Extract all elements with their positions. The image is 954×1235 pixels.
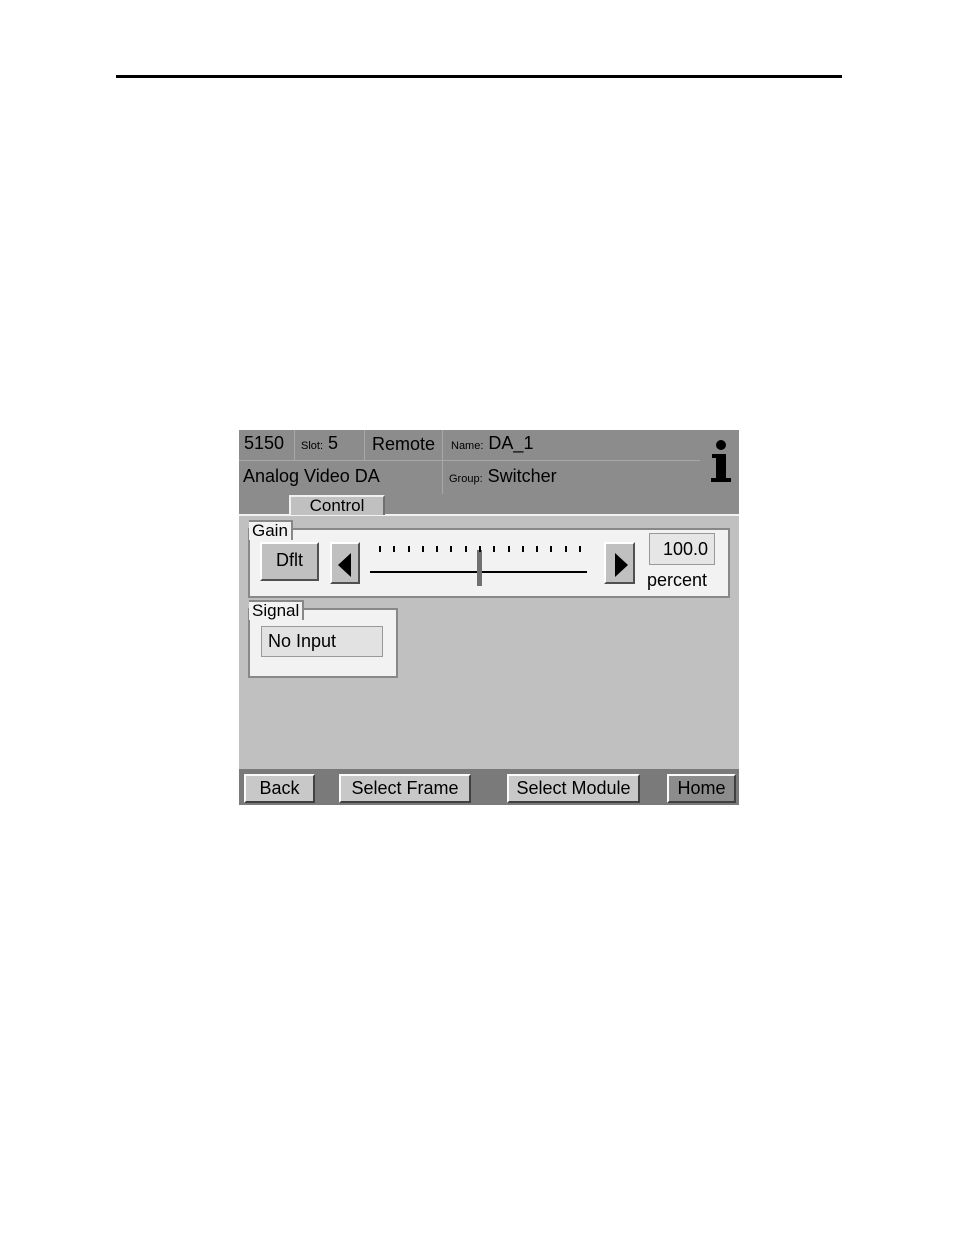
gain-slider-tick <box>464 546 467 552</box>
info-icon-serif-bottom <box>711 478 731 482</box>
bottom-navigation-bar: Back Select Frame Select Module Home <box>239 769 739 805</box>
arrow-left-icon <box>338 553 351 577</box>
name-cell: Name: DA_1 <box>443 430 700 461</box>
gain-slider-tick <box>579 546 581 552</box>
info-button[interactable] <box>700 430 739 494</box>
gain-slider-tick <box>564 546 567 552</box>
select-frame-button[interactable]: Select Frame <box>339 774 471 803</box>
mode-cell: Remote <box>365 430 443 461</box>
gain-unit-label: percent <box>647 570 708 590</box>
name-label: Name: <box>451 440 484 452</box>
gain-slider-tick <box>450 546 453 552</box>
gain-decrement-button[interactable] <box>330 542 360 584</box>
gain-slider-tick <box>479 546 481 552</box>
gain-slider-thumb[interactable] <box>477 550 482 586</box>
gain-slider-tick <box>521 546 524 552</box>
tab-strip: Control <box>239 494 739 516</box>
signal-group-title: Signal <box>249 600 305 620</box>
control-screen: 5150 Slot: 5 Remote Name: DA_1 Analog Vi… <box>239 430 739 805</box>
gain-increment-button[interactable] <box>604 542 635 584</box>
module-type-cell: Analog Video DA <box>239 461 443 494</box>
select-module-button[interactable]: Select Module <box>507 774 640 803</box>
name-value: DA_1 <box>488 433 534 453</box>
gain-slider-tick <box>421 546 424 552</box>
gain-value-field[interactable]: 100.0 <box>649 533 715 565</box>
gain-slider-tick <box>407 546 410 552</box>
tab-control[interactable]: Control <box>289 495 385 515</box>
mode-label: Remote <box>372 434 436 454</box>
gain-slider-tick <box>493 546 496 552</box>
home-button[interactable]: Home <box>667 774 736 803</box>
gain-slider-tick <box>536 546 539 552</box>
gain-group-title: Gain <box>249 520 293 540</box>
gain-slider-tick <box>379 546 381 552</box>
info-icon-stem <box>716 454 726 480</box>
default-button[interactable]: Dflt <box>260 542 319 581</box>
module-type: Analog Video DA <box>243 466 380 486</box>
back-button[interactable]: Back <box>244 774 315 803</box>
signal-status: No Input <box>261 626 383 657</box>
info-icon-dot <box>716 440 726 450</box>
arrow-right-icon <box>615 553 628 577</box>
group-label: Group: <box>449 473 483 485</box>
group-value: Switcher <box>487 466 557 486</box>
gain-slider-tick <box>436 546 439 552</box>
slot-label: Slot: <box>301 440 324 452</box>
gain-slider[interactable] <box>370 542 588 588</box>
model-number: 5150 <box>244 433 285 453</box>
group-cell: Group: Switcher <box>443 461 700 494</box>
gain-slider-tick <box>507 546 510 552</box>
gain-slider-tick <box>550 546 553 552</box>
model-cell: 5150 <box>239 430 295 461</box>
slot-value: 5 <box>328 433 339 453</box>
gain-slider-tick <box>393 546 396 552</box>
slot-cell: Slot: 5 <box>295 430 365 461</box>
page-header-rule <box>116 75 842 78</box>
